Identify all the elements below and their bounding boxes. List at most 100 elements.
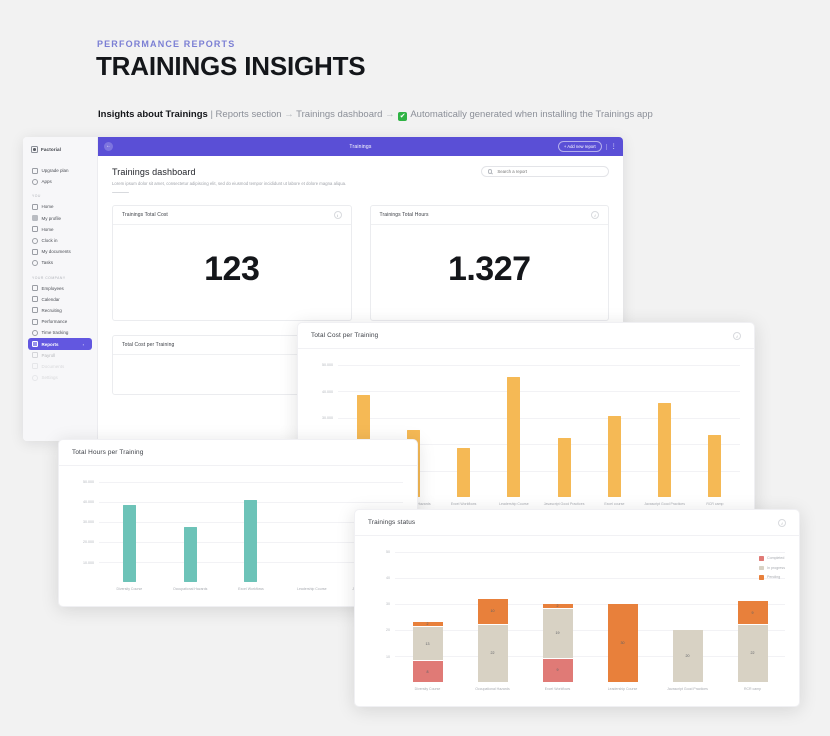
bar-column[interactable]: 10 22 Occupational Hazards <box>460 552 525 691</box>
info-icon[interactable]: i <box>591 211 599 220</box>
sidebar-item-employees[interactable]: Employees <box>23 283 97 294</box>
bar-column[interactable]: RCR camp <box>690 365 740 506</box>
info-icon[interactable]: i <box>733 331 741 340</box>
card-header: Trainings status i <box>355 510 799 536</box>
sidebar-item-settings[interactable]: Settings <box>23 372 97 383</box>
payroll-icon <box>32 352 38 359</box>
y-axis-tick: 10 <box>386 654 390 659</box>
brand-name: Factorial <box>41 147 62 152</box>
x-axis-label: Javascript Good Practices <box>644 502 685 506</box>
bar[interactable] <box>183 527 197 582</box>
sidebar: Factorial Upgrade plan Apps YOU Home My … <box>23 137 98 441</box>
bar-column[interactable]: Excel Workflows <box>221 482 282 591</box>
bar[interactable] <box>607 416 621 497</box>
back-arrow-icon[interactable]: ← <box>104 142 113 151</box>
bar[interactable] <box>457 448 471 497</box>
x-axis-label: Diversity Course <box>116 587 143 591</box>
stack-segment[interactable]: 9 <box>542 658 573 682</box>
sidebar-item-time-tracking[interactable]: Time tracking <box>23 327 97 338</box>
bar-column[interactable]: Excel course <box>589 365 639 506</box>
stack-segment[interactable]: 22 <box>477 624 508 682</box>
chart-card-trainings-status: Trainings status i 10 20 30 40 50 2 13 8 Diversi… <box>354 509 800 707</box>
legend-item[interactable]: Completed <box>759 556 785 561</box>
breadcrumb-arrow-1: → <box>284 109 294 120</box>
bar[interactable] <box>122 505 136 582</box>
bar-column[interactable]: Diversity Course <box>99 482 160 591</box>
sidebar-item-upgrade-plan[interactable]: Upgrade plan <box>23 165 97 176</box>
brand-logo: Factorial <box>23 146 97 153</box>
sidebar-item-reports[interactable]: Reports › <box>28 338 92 350</box>
sidebar-item-recruiting[interactable]: Recruiting <box>23 305 97 316</box>
stack-segment[interactable]: 19 <box>542 609 573 659</box>
sidebar-item-apps[interactable]: Apps <box>23 176 97 187</box>
bar-column[interactable]: Javascript Good Practices <box>640 365 690 506</box>
bar-column[interactable]: 2 13 8 Diversity Course <box>395 552 460 691</box>
sidebar-item-my-documents[interactable]: My documents <box>23 246 97 257</box>
bar-column[interactable]: Leadership Course <box>281 482 342 591</box>
stack: 20 <box>672 630 703 682</box>
sidebar-item-home[interactable]: Home <box>23 201 97 212</box>
sidebar-item-payroll[interactable]: Payroll <box>23 350 97 361</box>
time-tracking-icon <box>32 329 38 336</box>
x-axis-label: Occupational Hazards <box>172 587 208 591</box>
sidebar-item-clock-in[interactable]: Clock in <box>23 235 97 246</box>
recruiting-icon <box>32 307 38 314</box>
sidebar-item-home-2[interactable]: Home <box>23 224 97 235</box>
sidebar-item-my-profile[interactable]: My profile <box>23 213 97 224</box>
breadcrumb-strong: Insights about Trainings <box>98 109 208 120</box>
bar-column[interactable]: Occupational Hazards <box>160 482 221 591</box>
stack-segment[interactable]: 30 <box>607 604 638 682</box>
sidebar-item-label: Recruiting <box>41 307 62 313</box>
bar-column[interactable]: 20 Javascript Good Practices <box>655 552 720 691</box>
sidebar-group-you: YOU Home My profile Home Clock in My doc… <box>23 194 97 268</box>
stack-segment[interactable]: 20 <box>672 630 703 682</box>
card-title: Trainings Total Hours <box>379 212 429 219</box>
employees-icon <box>32 285 38 292</box>
sidebar-item-documents[interactable]: Documents <box>23 361 97 372</box>
sidebar-item-performance[interactable]: Performance <box>23 316 97 327</box>
bar[interactable] <box>708 434 722 497</box>
star-icon <box>32 167 38 174</box>
card-header: Total Cost per Training i <box>298 323 754 349</box>
bar[interactable] <box>244 500 258 582</box>
stack-segment[interactable]: 9 <box>737 601 768 625</box>
card-header: Total Hours per Training <box>59 440 417 466</box>
sidebar-item-calendar[interactable]: Calendar <box>23 294 97 305</box>
card-title: Trainings status <box>368 519 416 526</box>
topbar-title: Trainings <box>349 143 372 150</box>
legend-swatch <box>759 575 764 580</box>
bar[interactable] <box>658 403 672 497</box>
stack-segment[interactable]: 10 <box>477 598 508 625</box>
y-axis-tick: 40 <box>386 576 390 581</box>
legend-swatch <box>759 556 764 561</box>
bar-column[interactable]: Excel Workflows <box>439 365 489 506</box>
stack-segment[interactable]: 22 <box>737 624 768 682</box>
info-icon[interactable]: i <box>333 211 342 220</box>
info-icon[interactable]: i <box>778 518 786 527</box>
bar-column[interactable]: Javascript Good Practices <box>539 365 589 506</box>
card-title: Total Hours per Training <box>72 449 144 456</box>
legend-item[interactable]: In progress <box>759 565 785 570</box>
documents-icon <box>32 248 38 255</box>
bar[interactable] <box>507 376 521 497</box>
stack: 10 22 <box>477 598 508 682</box>
sidebar-group-top: Upgrade plan Apps <box>23 165 97 187</box>
search-report-box[interactable] <box>481 166 609 177</box>
bar[interactable] <box>557 437 571 497</box>
sidebar-item-label: Apps <box>41 179 52 185</box>
bar-column[interactable]: 2 19 9 Excel Workflows <box>525 552 590 691</box>
profile-icon <box>32 215 38 222</box>
bar-column[interactable]: 30 Leadership Course <box>590 552 655 691</box>
overflow-menu-icon[interactable]: ⋮ <box>605 143 617 150</box>
sidebar-item-tasks[interactable]: Tasks <box>23 257 97 268</box>
stack-segment[interactable]: 13 <box>412 627 443 662</box>
calendar-icon <box>32 296 38 303</box>
home-icon <box>32 203 38 210</box>
stack-segment[interactable]: 8 <box>412 661 443 682</box>
bar-column[interactable]: Leadership Course <box>489 365 539 506</box>
add-new-report-button[interactable]: + Add new report <box>557 141 602 152</box>
title-underline <box>112 192 129 194</box>
sidebar-item-label: Performance <box>41 319 68 325</box>
search-input[interactable] <box>495 168 602 175</box>
legend-item[interactable]: Pending <box>759 575 785 580</box>
